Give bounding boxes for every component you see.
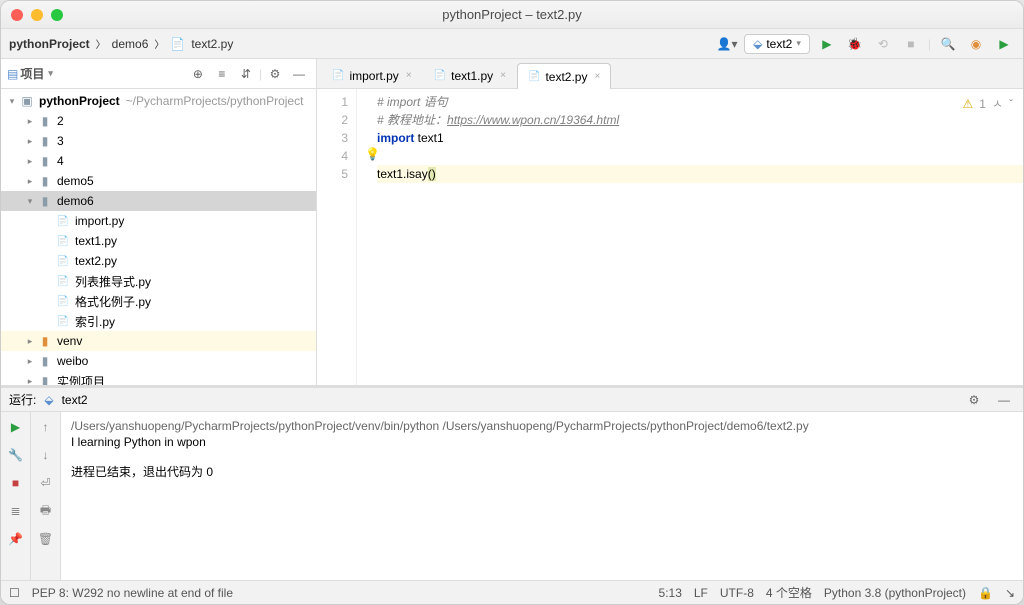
tree-item[interactable]: ▸▮实例项目 [1, 371, 316, 385]
editor-inspection-badge[interactable]: ⚠ 1 ㅅˇ [963, 95, 1014, 112]
console-output[interactable]: /Users/yanshuopeng/PycharmProjects/pytho… [61, 412, 1023, 580]
down-button[interactable]: ↓ [35, 444, 57, 466]
code[interactable]: # import 语句 # 教程地址：https://www.wpon.cn/1… [377, 89, 1023, 385]
project-sidebar: ▤ 项目 ▾ ⊕ ≡ ⇵ | ⚙ — ▾▣ pythonProject~/Pyc… [1, 59, 317, 385]
status-encoding[interactable]: UTF-8 [720, 586, 754, 600]
run-config-name: text2 [62, 393, 88, 407]
tree-item[interactable]: 📄import.py [1, 211, 316, 231]
warning-icon: ⚠ [963, 97, 974, 111]
editor-tabs: 📄import.py×📄text1.py×📄text2.py× [317, 59, 1023, 89]
expand-all-icon[interactable]: ≡ [211, 63, 233, 85]
tree-item[interactable]: ▸▮weibo [1, 351, 316, 371]
stop-button[interactable]: ■ [900, 33, 922, 55]
run-gutter-secondary: ↑ ↓ ⏎ 🖶 🗑 [31, 412, 61, 580]
window-title: pythonProject – text2.py [1, 7, 1023, 22]
user-icon[interactable]: 👤▾ [716, 33, 738, 55]
run-label: 运行: [9, 391, 36, 408]
gear-icon[interactable]: ⚙ [963, 389, 985, 411]
chevron-right-icon: 〉 [96, 36, 106, 51]
run-config-select[interactable]: ⬙ text2 ▾ [744, 34, 810, 54]
tree-item[interactable]: 📄text2.py [1, 251, 316, 271]
tree-item[interactable]: 📄列表推导式.py [1, 271, 316, 291]
hide-icon[interactable]: — [288, 63, 310, 85]
tree-item[interactable]: 📄格式化例子.py [1, 291, 316, 311]
collapse-all-icon[interactable]: ⇵ [235, 63, 257, 85]
project-tree[interactable]: ▾▣ pythonProject~/PycharmProjects/python… [1, 89, 316, 385]
wrap-button[interactable]: ⏎ [35, 472, 57, 494]
minimize-icon[interactable] [31, 9, 43, 21]
run-button[interactable]: ▶ [816, 33, 838, 55]
run-header: 运行: ⬙ text2 ⚙ — [1, 388, 1023, 412]
tree-item[interactable]: ▸▮4 [1, 151, 316, 171]
gear-icon[interactable]: ⚙ [264, 63, 286, 85]
goto-icon[interactable]: ↘ [1005, 586, 1015, 600]
debug-button[interactable]: 🐞 [844, 33, 866, 55]
scroll-from-source-icon[interactable]: ⊕ [187, 63, 209, 85]
editor-tab[interactable]: 📄text2.py× [517, 63, 611, 89]
tree-item[interactable]: 📄索引.py [1, 311, 316, 331]
tree-item[interactable]: ▸▮3 [1, 131, 316, 151]
code-area[interactable]: 12345 # import 语句 # 教程地址：https://www.wpo… [317, 89, 1023, 385]
status-linesep[interactable]: LF [694, 586, 708, 600]
up-button[interactable]: ↑ [35, 416, 57, 438]
main-area: ▤ 项目 ▾ ⊕ ≡ ⇵ | ⚙ — ▾▣ pythonProject~/Pyc… [1, 59, 1023, 385]
tree-item[interactable]: 📄text1.py [1, 231, 316, 251]
editor-tab[interactable]: 📄text1.py× [423, 62, 517, 88]
layout-button[interactable]: ≣ [5, 500, 27, 522]
sidebar-header: ▤ 项目 ▾ ⊕ ≡ ⇵ | ⚙ — [1, 59, 316, 89]
bulb-icon[interactable]: 💡 [365, 147, 380, 161]
breadcrumb-project[interactable]: pythonProject [9, 37, 90, 51]
console-cmd: /Users/yanshuopeng/PycharmProjects/pytho… [71, 418, 1013, 434]
status-interpreter[interactable]: Python 3.8 (pythonProject) [824, 586, 966, 600]
more-run-icon[interactable]: ▶ [993, 33, 1015, 55]
maximize-icon[interactable] [51, 9, 63, 21]
statusbar: ☐ PEP 8: W292 no newline at end of file … [1, 580, 1023, 604]
status-pep: PEP 8: W292 no newline at end of file [32, 586, 233, 600]
breadcrumb[interactable]: pythonProject 〉 demo6 〉 📄 text2.py [9, 36, 712, 51]
tree-item[interactable]: ▸▮venv [1, 331, 316, 351]
run-gutter-primary: ▶ 🔧 ■ ≣ 📌 [1, 412, 31, 580]
traffic-lights [11, 9, 63, 21]
coverage-button[interactable]: ⟲ [872, 33, 894, 55]
run-toolwindow: 运行: ⬙ text2 ⚙ — ▶ 🔧 ■ ≣ 📌 ↑ ↓ ⏎ 🖶 🗑 [1, 385, 1023, 580]
close-icon[interactable] [11, 9, 23, 21]
tree-item[interactable]: ▸▮2 [1, 111, 316, 131]
console-stdout: I learning Python in wpon [71, 434, 1013, 450]
breadcrumb-file[interactable]: text2.py [191, 37, 233, 51]
run-body: ▶ 🔧 ■ ≣ 📌 ↑ ↓ ⏎ 🖶 🗑 /Users/yanshuopeng/P… [1, 412, 1023, 580]
tool-button[interactable]: 🔧 [5, 444, 27, 466]
chevron-right-icon: 〉 [154, 36, 164, 51]
status-box-icon[interactable]: ☐ [9, 586, 20, 600]
print-button[interactable]: 🖶 [35, 500, 57, 522]
close-icon[interactable]: × [500, 70, 506, 81]
sidebar-title: 项目 [20, 65, 44, 82]
navbar: pythonProject 〉 demo6 〉 📄 text2.py 👤▾ ⬙ … [1, 29, 1023, 59]
status-indent[interactable]: 4 个空格 [766, 584, 812, 601]
close-icon[interactable]: × [406, 70, 412, 81]
breadcrumb-folder[interactable]: demo6 [112, 37, 149, 51]
tree-item[interactable]: ▸▮demo5 [1, 171, 316, 191]
search-button[interactable]: 🔍 [937, 33, 959, 55]
titlebar: pythonProject – text2.py [1, 1, 1023, 29]
rerun-button[interactable]: ▶ [5, 416, 27, 438]
settings-icon[interactable]: ◉ [965, 33, 987, 55]
lock-icon[interactable]: 🔒 [978, 586, 993, 600]
editor: 📄import.py×📄text1.py×📄text2.py× 12345 # … [317, 59, 1023, 385]
trash-button[interactable]: 🗑 [35, 528, 57, 550]
editor-tab[interactable]: 📄import.py× [321, 62, 423, 88]
ide-window: pythonProject – text2.py pythonProject 〉… [0, 0, 1024, 605]
gutter: 12345 [317, 89, 357, 385]
stop-button[interactable]: ■ [5, 472, 27, 494]
status-cursor-pos[interactable]: 5:13 [659, 586, 682, 600]
hide-icon[interactable]: — [993, 389, 1015, 411]
tree-item[interactable]: ▾▮demo6 [1, 191, 316, 211]
navbar-right: 👤▾ ⬙ text2 ▾ ▶ 🐞 ⟲ ■ | 🔍 ◉ ▶ [716, 33, 1015, 55]
tree-root[interactable]: ▾▣ pythonProject~/PycharmProjects/python… [1, 91, 316, 111]
close-icon[interactable]: × [594, 71, 600, 82]
pin-button[interactable]: 📌 [5, 528, 27, 550]
console-exit: 进程已结束，退出代码为 0 [71, 464, 1013, 480]
